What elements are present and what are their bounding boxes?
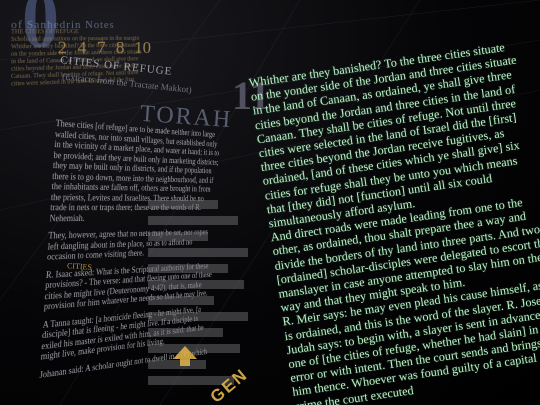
main-text-column: Whither are they banished? To the three … <box>248 34 540 405</box>
gray-block <box>148 296 214 305</box>
gray-block <box>148 328 223 337</box>
gray-block <box>148 248 248 257</box>
gray-block <box>148 312 248 321</box>
cities-tag: CITIES <box>66 261 93 272</box>
gray-block <box>148 216 238 225</box>
gray-block <box>148 280 244 289</box>
gray-block <box>148 264 228 273</box>
gray-block <box>148 200 218 209</box>
scene-canvas: 0 11 2 4 7 8 10 of Sanhedrin Notes THE C… <box>0 0 540 405</box>
left-column-heading: of Sanhedrin Notes <box>11 18 115 32</box>
up-arrow-icon <box>173 346 197 366</box>
gray-block <box>148 232 208 241</box>
